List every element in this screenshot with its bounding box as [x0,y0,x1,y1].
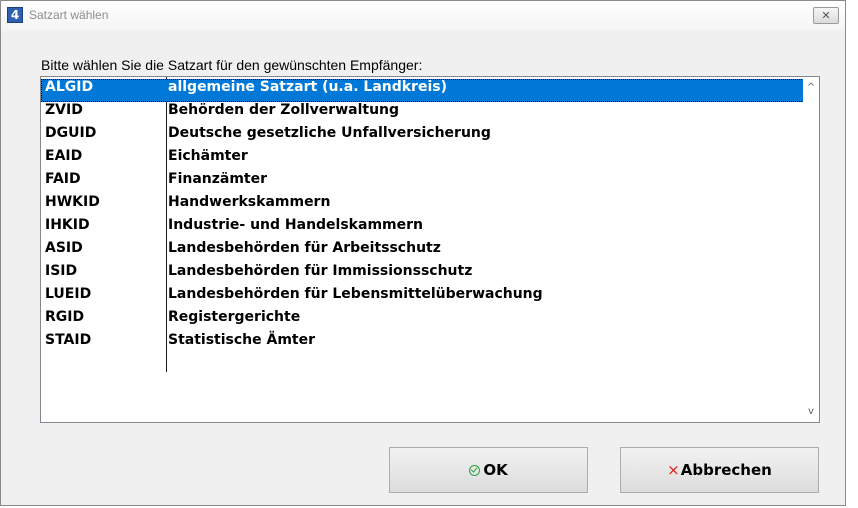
list-item-name: Landesbehörden für Arbeitsschutz [168,240,441,256]
list-item[interactable]: RGID Registergerichte [41,309,804,332]
window-title: Satzart wählen [29,8,109,22]
list-item[interactable]: STAID Statistische Ämter [41,332,804,355]
list-item[interactable]: ISID Landesbehörden für Immissionsschutz [41,263,804,286]
app-icon: 4 [7,7,23,23]
list-item-name: allgemeine Satzart (u.a. Landkreis) [168,79,447,95]
list-item[interactable]: EAID Eichämter [41,148,804,171]
list-item-name: Deutsche gesetzliche Unfallversicherung [168,125,491,141]
list-item-code: FAID [45,171,81,187]
list-item[interactable]: ASID Landesbehörden für Arbeitsschutz [41,240,804,263]
dialog-satzart: 4 Satzart wählen ✕ Bitte wählen Sie die … [0,0,846,506]
list-item-code: ZVID [45,102,83,118]
background-window-edge [846,0,858,508]
cancel-button[interactable]: × Abbrechen [620,447,819,493]
list-item-code: DGUID [45,125,97,141]
list-item-name: Statistische Ämter [168,332,316,348]
list-item-code: RGID [45,309,85,325]
list-item[interactable]: HWKID Handwerkskammern [41,194,804,217]
list-item-code: ALGID [45,79,94,95]
vertical-scrollbar[interactable]: ^ v [803,77,819,422]
title-bar[interactable]: 4 Satzart wählen ✕ [1,1,845,31]
close-button[interactable]: ✕ [813,7,839,24]
check-circle-icon [469,464,481,476]
ok-button[interactable]: OK [389,447,588,493]
list-item-code: EAID [45,148,83,164]
satzart-listbox[interactable]: ALGID allgemeine Satzart (u.a. Landkreis)… [40,76,820,423]
list-item-name: Behörden der Zollverwaltung [168,102,400,118]
ok-label: OK [483,461,508,479]
list-rows: ALGID allgemeine Satzart (u.a. Landkreis)… [41,79,804,355]
list-item[interactable]: ZVID Behörden der Zollverwaltung [41,102,804,125]
prompt-label: Bitte wählen Sie die Satzart für den gew… [41,57,423,73]
list-item[interactable]: LUEID Landesbehörden für Lebensmittelüber… [41,286,804,309]
cross-icon: × [667,461,680,479]
list-item-code: ISID [45,263,78,279]
list-item-code: IHKID [45,217,90,233]
list-item-name: Landesbehörden für Lebensmittelüberwachu… [168,286,543,302]
list-item[interactable]: IHKID Industrie- und Handelskammern [41,217,804,240]
scroll-up-icon[interactable]: ^ [803,79,819,96]
list-item[interactable]: FAID Finanzämter [41,171,804,194]
list-item-name: Eichämter [168,148,248,164]
cancel-label: Abbrechen [680,461,772,479]
scroll-down-icon[interactable]: v [803,403,819,420]
list-item-code: STAID [45,332,92,348]
list-item-name: Handwerkskammern [168,194,331,210]
list-item[interactable]: ALGID allgemeine Satzart (u.a. Landkreis) [41,79,804,102]
list-item-code: LUEID [45,286,92,302]
list-item-name: Finanzämter [168,171,268,187]
list-item-name: Industrie- und Handelskammern [168,217,423,233]
list-item-name: Landesbehörden für Immissionsschutz [168,263,473,279]
list-item-code: ASID [45,240,83,256]
list-item[interactable]: DGUID Deutsche gesetzliche Unfallversiche… [41,125,804,148]
list-item-name: Registergerichte [168,309,301,325]
list-item-code: HWKID [45,194,100,210]
